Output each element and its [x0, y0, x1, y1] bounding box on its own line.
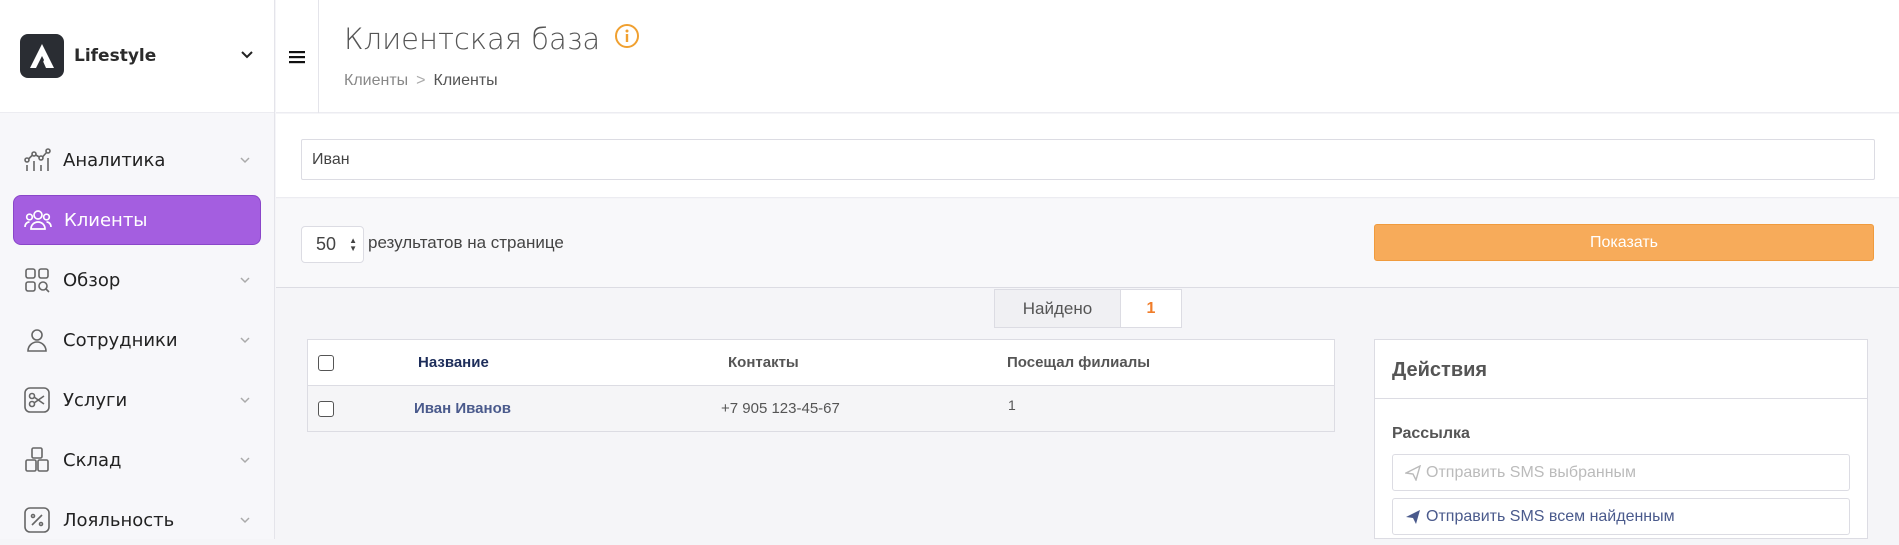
- paper-plane-icon: [1406, 509, 1420, 524]
- sidebar-item-staff[interactable]: Сотрудники: [13, 315, 261, 365]
- client-name-link[interactable]: Иван Иванов: [414, 400, 511, 417]
- send-sms-all-label: Отправить SMS всем найденным: [1426, 507, 1675, 525]
- sidebar-item-clients[interactable]: Клиенты: [13, 195, 261, 245]
- staff-icon: [23, 326, 51, 354]
- actions-title: Действия: [1375, 340, 1867, 399]
- overview-icon: [23, 266, 51, 294]
- found-counter: Найдено 1: [994, 289, 1182, 328]
- sidebar-item-overview[interactable]: Обзор: [13, 255, 261, 305]
- page-title-text: Клиентская база: [344, 22, 601, 56]
- column-header-name[interactable]: Название: [418, 354, 489, 371]
- sidebar-item-label: Лояльность: [63, 509, 175, 531]
- breadcrumb-current: Клиенты: [433, 72, 498, 89]
- send-sms-selected-label: Отправить SMS выбранным: [1426, 463, 1637, 481]
- sidebar-item-label: Аналитика: [63, 149, 166, 171]
- column-header-contacts: Контакты: [728, 354, 799, 371]
- chevron-down-icon[interactable]: [240, 47, 254, 66]
- services-icon: [23, 386, 51, 414]
- chevron-down-icon: [239, 450, 251, 471]
- sidebar: Lifestyle Аналитика Клиенты Обзор Сотруд…: [0, 0, 275, 539]
- sidebar-item-loyalty[interactable]: Лояльность: [13, 495, 261, 545]
- page-title: Клиентская база: [344, 22, 640, 56]
- breadcrumb: Клиенты > Клиенты: [344, 72, 498, 90]
- row-checkbox[interactable]: [318, 401, 334, 417]
- sidebar-nav: Аналитика Клиенты Обзор Сотрудники Услуг…: [0, 113, 274, 545]
- send-sms-selected-button[interactable]: Отправить SMS выбранным: [1392, 454, 1850, 491]
- per-page-value: 50: [316, 234, 337, 254]
- warehouse-icon: [23, 446, 51, 474]
- found-label: Найдено: [995, 290, 1121, 327]
- sidebar-item-warehouse[interactable]: Склад: [13, 435, 261, 485]
- search-panel: [276, 114, 1899, 198]
- analytics-icon: [23, 146, 51, 174]
- breadcrumb-link[interactable]: Клиенты: [344, 72, 408, 89]
- table-header: Название Контакты Посещал филиалы: [308, 340, 1334, 386]
- search-input[interactable]: [301, 139, 1875, 180]
- chevron-down-icon: [239, 330, 251, 351]
- chevron-down-icon: [239, 150, 251, 171]
- loyalty-icon: [23, 506, 51, 534]
- brand-switcher[interactable]: Lifestyle: [0, 0, 274, 113]
- client-contact: +7 905 123-45-67: [721, 400, 840, 417]
- info-icon[interactable]: [614, 22, 640, 56]
- select-all-checkbox[interactable]: [318, 355, 334, 371]
- found-count: 1: [1121, 290, 1181, 327]
- chevron-down-icon: [239, 390, 251, 411]
- per-page-select[interactable]: 50 ▲ ▼: [301, 226, 364, 263]
- menu-toggle-icon[interactable]: [276, 0, 319, 113]
- table-row: Иван Иванов +7 905 123-45-67 1: [308, 386, 1334, 431]
- sidebar-item-label: Склад: [63, 449, 122, 471]
- client-branches: 1: [1008, 397, 1016, 413]
- actions-panel: Действия Рассылка Отправить SMS выбранны…: [1374, 339, 1868, 539]
- sidebar-item-label: Сотрудники: [63, 329, 178, 351]
- sidebar-item-label: Клиенты: [64, 209, 148, 231]
- mailing-section-title: Рассылка: [1392, 425, 1470, 442]
- sidebar-item-services[interactable]: Услуги: [13, 375, 261, 425]
- send-sms-all-button[interactable]: Отправить SMS всем найденным: [1392, 498, 1850, 535]
- show-button[interactable]: Показать: [1374, 224, 1874, 261]
- sidebar-item-label: Услуги: [63, 389, 128, 411]
- brand-logo: [20, 34, 64, 78]
- clients-table: Название Контакты Посещал филиалы Иван И…: [307, 339, 1335, 432]
- chevron-down-icon: [239, 510, 251, 531]
- breadcrumb-separator: >: [416, 72, 426, 89]
- column-header-branches: Посещал филиалы: [1007, 354, 1151, 371]
- paper-plane-icon: [1405, 464, 1421, 481]
- sidebar-item-label: Обзор: [63, 269, 121, 291]
- brand-name: Lifestyle: [74, 46, 157, 66]
- filter-panel: 50 ▲ ▼ результатов на странице Показать: [276, 199, 1899, 288]
- per-page-label: результатов на странице: [368, 233, 564, 252]
- sidebar-item-analytics[interactable]: Аналитика: [13, 135, 261, 185]
- select-arrows-icon: ▲ ▼: [349, 236, 357, 253]
- clients-icon: [24, 206, 52, 234]
- chevron-down-icon: [239, 270, 251, 291]
- page-header: Клиентская база Клиенты > Клиенты: [276, 0, 1899, 113]
